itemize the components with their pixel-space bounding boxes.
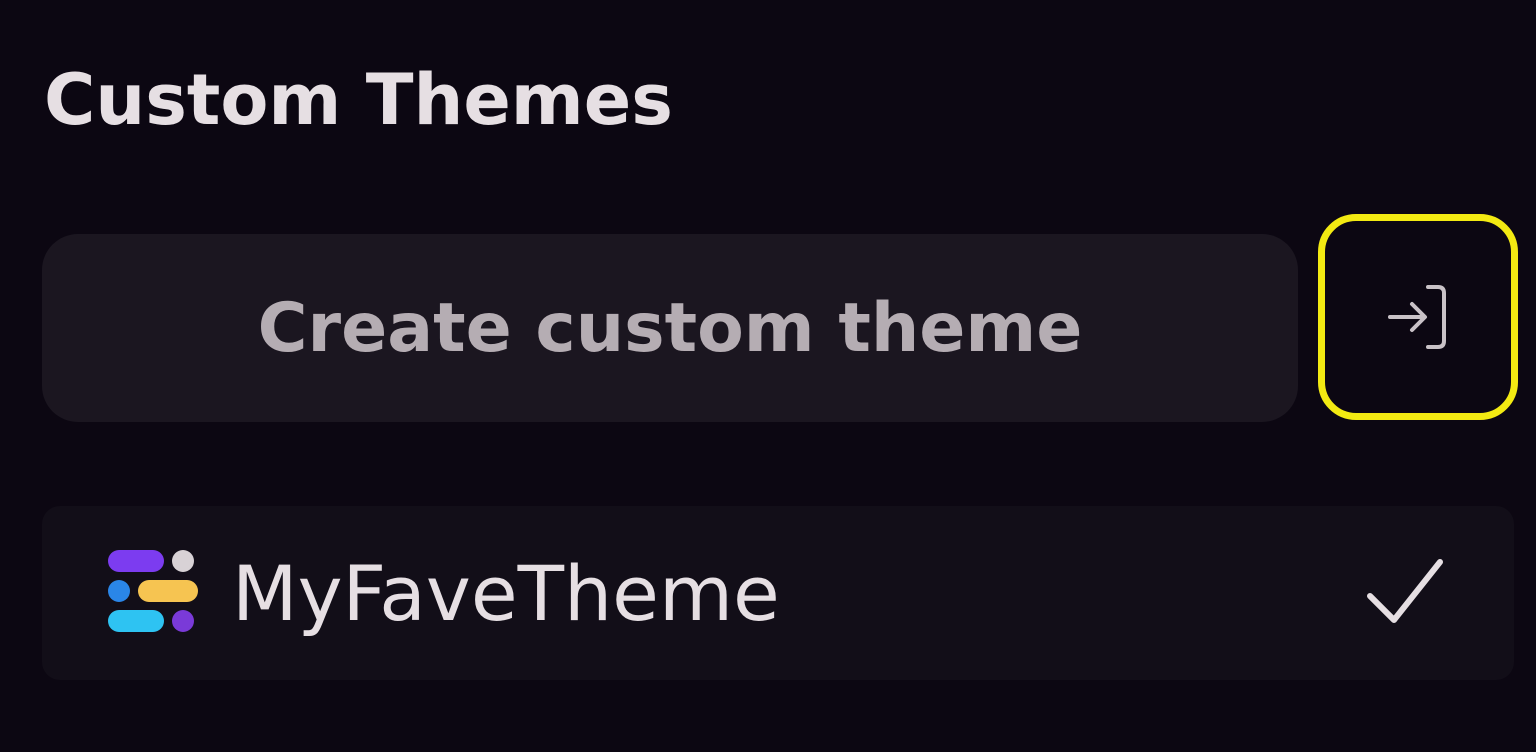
- custom-themes-panel: Custom Themes Create custom theme MyFave…: [0, 0, 1536, 752]
- section-title: Custom Themes: [44, 59, 673, 141]
- import-theme-button[interactable]: [1318, 214, 1518, 420]
- theme-palette-icon: [108, 550, 198, 632]
- checkmark-icon: [1367, 559, 1443, 623]
- import-arrow-icon: [1388, 285, 1446, 349]
- theme-list-item[interactable]: MyFaveTheme: [42, 506, 1514, 680]
- create-custom-theme-button[interactable]: Create custom theme: [42, 234, 1298, 422]
- create-theme-row: Create custom theme: [42, 214, 1524, 424]
- theme-name: MyFaveTheme: [232, 549, 780, 638]
